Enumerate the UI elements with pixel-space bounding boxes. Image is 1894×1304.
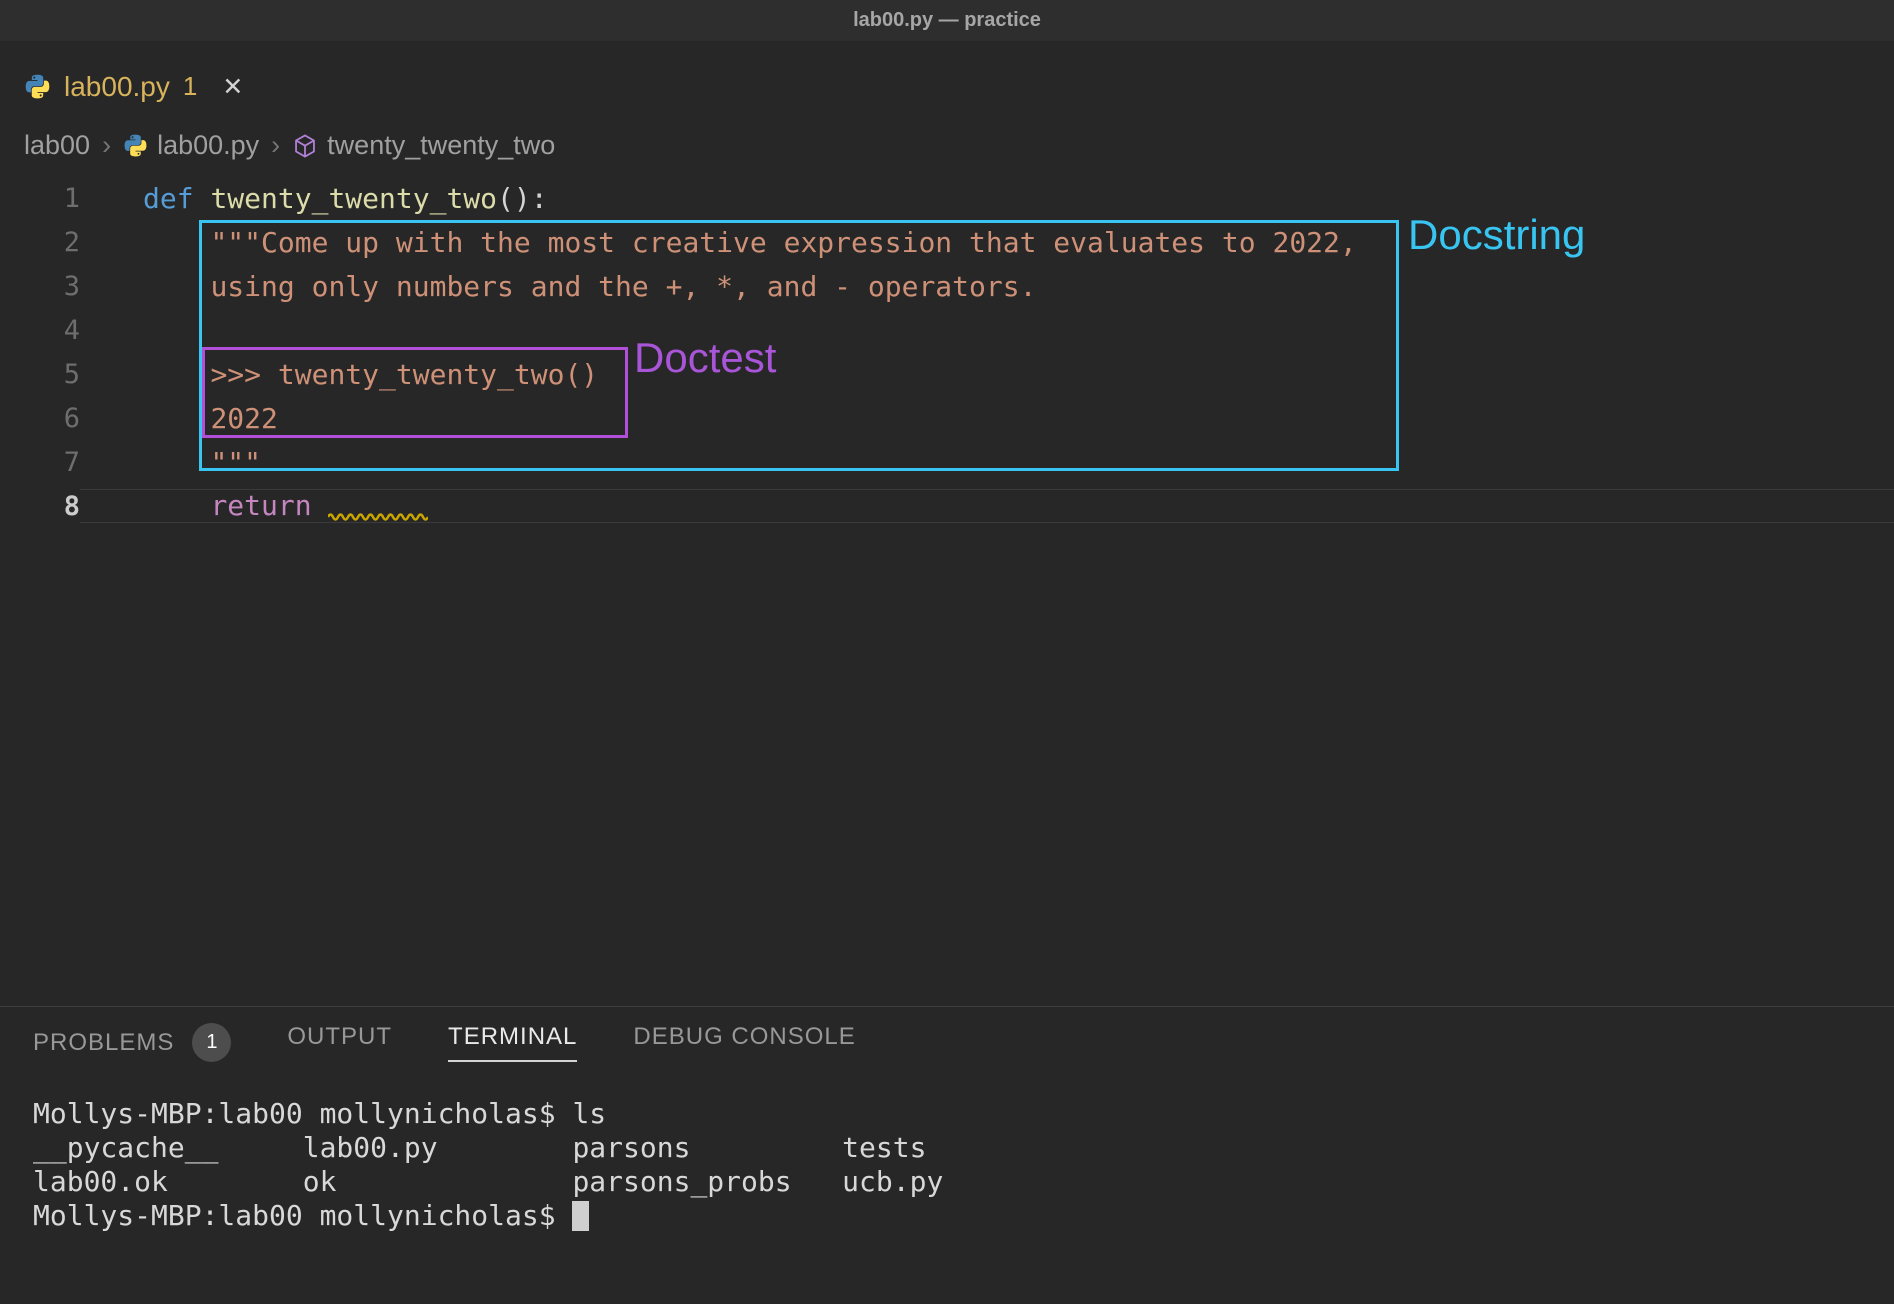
bottom-panel: PROBLEMS 1 OUTPUT TERMINAL DEBUG CONSOLE Mol… <box>0 1006 1894 1304</box>
terminal-line: lab00.ok ok parsons_probs ucb.py <box>33 1165 1894 1199</box>
code-token: """ <box>210 446 261 479</box>
close-icon[interactable]: ✕ <box>222 72 243 102</box>
window-title: lab00.py — practice <box>853 9 1041 32</box>
line-text: 2022 <box>80 402 1894 435</box>
code-token: using only numbers and the +, *, and - o… <box>210 270 1036 303</box>
code-token <box>143 270 210 303</box>
code-editor[interactable]: 1def twenty_twenty_two():2 """Come up wi… <box>0 176 1894 1006</box>
code-lines: 1def twenty_twenty_two():2 """Come up wi… <box>0 176 1894 528</box>
terminal-line: __pycache__ lab00.py parsons tests <box>33 1131 1894 1165</box>
panel-tab-terminal[interactable]: TERMINAL <box>448 1023 577 1062</box>
line-text: def twenty_twenty_two(): <box>80 182 1894 215</box>
symbol-cube-icon <box>292 133 318 159</box>
breadcrumb-label: twenty_twenty_two <box>327 130 555 161</box>
line-text: >>> twenty_twenty_two() <box>80 358 1894 391</box>
line-number: 6 <box>0 403 80 434</box>
panel-tab-debug-console[interactable]: DEBUG CONSOLE <box>633 1023 855 1062</box>
line-text: using only numbers and the +, *, and - o… <box>80 270 1894 303</box>
python-icon <box>123 133 148 158</box>
code-token <box>143 358 210 391</box>
problems-count-badge: 1 <box>192 1023 231 1062</box>
line-number: 4 <box>0 315 80 346</box>
panel-tab-label: DEBUG CONSOLE <box>633 1023 855 1051</box>
panel-tab-output[interactable]: OUTPUT <box>287 1023 392 1062</box>
code-token <box>143 489 210 522</box>
code-token <box>143 446 210 479</box>
code-line-4[interactable]: 4 <box>0 308 1894 352</box>
line-text: """ <box>80 446 1894 479</box>
line-number: 3 <box>0 271 80 302</box>
code-line-2[interactable]: 2 """Come up with the most creative expr… <box>0 220 1894 264</box>
code-line-6[interactable]: 6 2022 <box>0 396 1894 440</box>
code-token: """Come up with the most creative expres… <box>210 226 1356 259</box>
line-text: return <box>80 489 1894 523</box>
code-line-8[interactable]: 8 return <box>0 484 1894 528</box>
line-number: 2 <box>0 227 80 258</box>
panel-tab-label: TERMINAL <box>448 1023 577 1051</box>
code-token <box>143 402 210 435</box>
tab-modified-count: 1 <box>183 71 197 102</box>
terminal-line: Mollys-MBP:lab00 mollynicholas$ ls <box>33 1097 1894 1131</box>
code-token: return <box>210 489 328 522</box>
titlebar: lab00.py — practice <box>0 0 1894 41</box>
panel-tab-label: OUTPUT <box>287 1023 392 1051</box>
breadcrumb: lab00 › lab00.py › twenty_twenty_two <box>0 115 1894 176</box>
code-line-3[interactable]: 3 using only numbers and the +, *, and -… <box>0 264 1894 308</box>
terminal-output[interactable]: Mollys-MBP:lab00 mollynicholas$ ls__pyca… <box>0 1097 1894 1233</box>
line-number: 7 <box>0 447 80 478</box>
breadcrumb-item-lab00-py[interactable]: lab00.py <box>123 130 259 161</box>
panel-tab-label: PROBLEMS <box>33 1029 174 1057</box>
panel-tab-bar: PROBLEMS 1 OUTPUT TERMINAL DEBUG CONSOLE <box>0 1007 1894 1073</box>
code-token: 2022 <box>210 402 277 435</box>
breadcrumb-separator-icon: › <box>268 130 283 161</box>
error-squiggle-icon <box>328 511 428 523</box>
code-token: (): <box>497 182 548 215</box>
terminal-cursor <box>572 1201 589 1231</box>
tab-lab00py[interactable]: lab00.py 1 ✕ <box>0 58 267 115</box>
code-token: twenty_twenty_two <box>210 182 497 215</box>
code-token <box>143 226 210 259</box>
line-number: 5 <box>0 359 80 390</box>
code-line-7[interactable]: 7 """ <box>0 440 1894 484</box>
terminal-line: Mollys-MBP:lab00 mollynicholas$ <box>33 1199 1894 1233</box>
code-token: >>> twenty_twenty_two() <box>210 358 598 391</box>
breadcrumb-item-twenty-twenty-two[interactable]: twenty_twenty_two <box>292 130 555 161</box>
tab-bar: lab00.py 1 ✕ <box>0 41 1894 115</box>
line-number: 8 <box>0 491 80 522</box>
code-line-5[interactable]: 5 >>> twenty_twenty_two() <box>0 352 1894 396</box>
code-token: def <box>143 182 210 215</box>
breadcrumb-label: lab00.py <box>157 130 259 161</box>
python-icon <box>24 73 51 100</box>
panel-tab-problems[interactable]: PROBLEMS 1 <box>33 1023 231 1073</box>
breadcrumb-item-lab00[interactable]: lab00 <box>24 130 90 161</box>
tab-label: lab00.py <box>64 71 170 103</box>
code-line-1[interactable]: 1def twenty_twenty_two(): <box>0 176 1894 220</box>
line-number: 1 <box>0 183 80 214</box>
breadcrumb-label: lab00 <box>24 130 90 161</box>
line-text: """Come up with the most creative expres… <box>80 226 1894 259</box>
breadcrumb-separator-icon: › <box>99 130 114 161</box>
